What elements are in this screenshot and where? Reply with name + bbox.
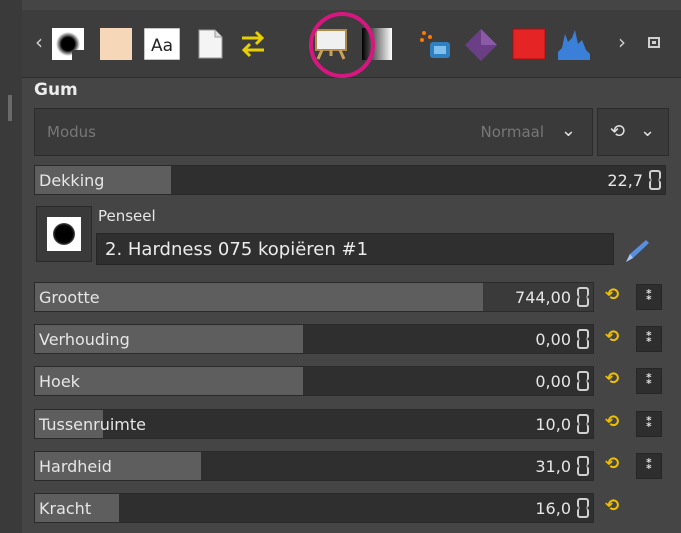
font-icon[interactable]: Aa: [143, 27, 181, 61]
dock-tab-bar: ‹ Aa ›: [22, 10, 681, 78]
highlight-circle: [309, 12, 375, 78]
hardness-label: Hardheid: [39, 457, 112, 476]
angle-value: 0,00: [535, 372, 571, 391]
opacity-slider[interactable]: Dekking 22,7: [34, 165, 666, 195]
link-icon[interactable]: ⁑: [636, 284, 662, 310]
mode-label: Modus: [47, 123, 96, 141]
angle-slider[interactable]: Hoek 0,00: [34, 366, 594, 396]
spin-arrows-icon[interactable]: [576, 328, 589, 350]
histogram-icon[interactable]: [558, 28, 590, 60]
mode-dropdown[interactable]: Modus Normaal ⌄: [34, 108, 593, 156]
reset-icon[interactable]: ⟲: [605, 285, 619, 305]
pattern-icon[interactable]: [464, 28, 497, 61]
link-icon[interactable]: ⁑: [636, 368, 662, 394]
brush-label: Penseel: [98, 207, 156, 225]
size-value: 744,00: [515, 288, 571, 307]
tool-title: Gum: [34, 80, 78, 100]
left-dock-gutter: [0, 0, 22, 533]
color-swatch-icon[interactable]: [100, 28, 132, 60]
spin-arrows-icon[interactable]: [576, 370, 589, 392]
opacity-label: Dekking: [39, 171, 105, 190]
svg-text:Aa: Aa: [151, 36, 173, 56]
size-fill: [35, 283, 483, 311]
spin-arrows-icon[interactable]: [576, 413, 589, 435]
aspect-ratio-label: Verhouding: [39, 330, 130, 349]
brush-preview-icon[interactable]: [52, 28, 84, 60]
scroll-left-icon[interactable]: ‹: [30, 30, 48, 54]
spin-arrows-icon[interactable]: [576, 455, 589, 477]
force-label: Kracht: [39, 499, 92, 518]
reset-icon[interactable]: ⟲: [605, 327, 619, 347]
reset-icon[interactable]: ⟲: [605, 369, 619, 389]
brush-preview-icon: [47, 217, 81, 251]
gutter-handle[interactable]: [8, 95, 12, 121]
swap-colors-icon[interactable]: [236, 28, 268, 60]
palette-icon[interactable]: [512, 28, 546, 60]
reset-icon[interactable]: ⟲: [605, 454, 619, 474]
tool-options-panel: ‹ Aa › Gum Modus Normaal ⌄ ⟲ ⌄ Dekking 2…: [0, 0, 681, 533]
chevron-down-icon: ⌄: [640, 120, 656, 141]
force-slider[interactable]: Kracht 16,0: [34, 493, 594, 523]
spacing-value: 10,0: [535, 415, 571, 434]
dynamics-icon[interactable]: [418, 28, 450, 60]
spacing-slider[interactable]: Tussenruimte 10,0: [34, 409, 594, 439]
force-value: 16,0: [535, 499, 571, 518]
size-slider[interactable]: Grootte 744,00: [34, 282, 594, 312]
mode-value: Normaal: [480, 123, 544, 141]
link-icon[interactable]: ⁑: [636, 411, 662, 437]
spin-arrows-icon[interactable]: [576, 497, 589, 519]
aspect-ratio-value: 0,00: [535, 330, 571, 349]
spacing-label: Tussenruimte: [39, 415, 147, 434]
hardness-slider[interactable]: Hardheid 31,0: [34, 451, 594, 481]
opacity-value: 22,7: [607, 171, 643, 190]
mode-reset-dropdown[interactable]: ⟲ ⌄: [597, 108, 669, 156]
reset-icon[interactable]: ⟲: [605, 412, 619, 432]
chevron-down-icon: ⌄: [560, 120, 576, 141]
link-icon[interactable]: ⁑: [636, 453, 662, 479]
document-icon[interactable]: [194, 28, 226, 60]
reset-icon: ⟲: [610, 121, 626, 142]
size-label: Grootte: [39, 288, 100, 307]
angle-label: Hoek: [39, 372, 80, 391]
spin-arrows-icon[interactable]: [576, 286, 589, 308]
brush-name-field[interactable]: 2. Hardness 075 kopiëren #1: [96, 233, 614, 265]
link-icon[interactable]: ⁑: [636, 326, 662, 352]
aspect-ratio-slider[interactable]: Verhouding 0,00: [34, 324, 594, 354]
edit-brush-icon[interactable]: [622, 236, 652, 264]
spin-arrows-icon[interactable]: [648, 169, 661, 191]
brush-preview-button[interactable]: [36, 206, 92, 262]
hardness-value: 31,0: [535, 457, 571, 476]
tab-menu-icon[interactable]: [648, 37, 660, 48]
reset-icon[interactable]: ⟲: [605, 496, 619, 516]
scroll-right-icon[interactable]: ›: [613, 30, 631, 54]
